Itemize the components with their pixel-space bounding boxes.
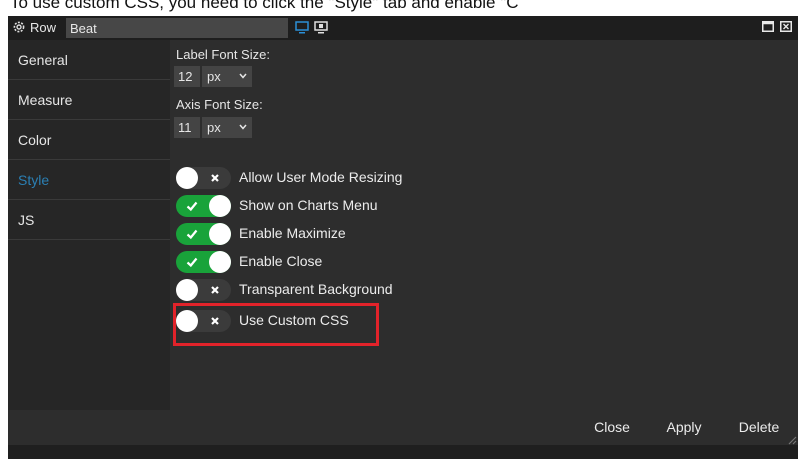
allow-resizing-label: Allow User Mode Resizing — [239, 169, 403, 185]
gear-icon — [13, 21, 25, 33]
toggle-knob — [176, 167, 198, 189]
chevron-down-icon — [239, 73, 247, 79]
transparent-background-toggle[interactable] — [176, 279, 231, 301]
axis-font-size-label: Axis Font Size: — [176, 97, 263, 112]
x-icon — [211, 286, 219, 294]
enable-close-toggle[interactable] — [176, 251, 231, 273]
enable-close-label: Enable Close — [239, 253, 323, 269]
label-font-size-unit-value: px — [207, 69, 221, 84]
sidebar-item-general[interactable]: General — [8, 40, 170, 80]
chevron-down-icon — [239, 124, 247, 130]
sidebar-item-measure[interactable]: Measure — [8, 80, 170, 120]
toggle-knob — [209, 251, 231, 273]
toggle-knob — [176, 279, 198, 301]
enable-maximize-label: Enable Maximize — [239, 225, 346, 241]
chart-settings-dialog: Row General Measure Color Style JS Label… — [8, 16, 798, 459]
dialog-bottom-bar — [8, 445, 798, 459]
sidebar-item-js[interactable]: JS — [8, 200, 170, 240]
maximize-icon[interactable] — [762, 21, 774, 32]
axis-font-size-input[interactable]: 11 — [174, 117, 200, 138]
show-on-charts-menu-label: Show on Charts Menu — [239, 197, 378, 213]
allow-resizing-toggle[interactable] — [176, 167, 231, 189]
enable-maximize-toggle[interactable] — [176, 223, 231, 245]
instruction-caption: To use custom CSS, you need to click the… — [10, 0, 519, 12]
label-font-size-input[interactable]: 12 — [174, 66, 200, 87]
check-icon — [186, 201, 198, 212]
label-font-size-unit-select[interactable]: px — [202, 66, 252, 87]
apply-button[interactable]: Apply — [656, 414, 712, 440]
axis-font-size-unit-select[interactable]: px — [202, 117, 252, 138]
screen-2-icon[interactable] — [314, 21, 328, 34]
dialog-footer: Close Apply Delete — [8, 410, 798, 445]
toggle-knob — [209, 223, 231, 245]
object-name-input[interactable] — [66, 18, 288, 38]
check-icon — [186, 229, 198, 240]
object-type-label: Row — [30, 20, 57, 35]
sidebar-item-color[interactable]: Color — [8, 120, 170, 160]
desktop-view-icon[interactable] — [295, 21, 309, 34]
delete-button[interactable]: Delete — [726, 414, 792, 440]
check-icon — [186, 257, 198, 268]
close-button[interactable]: Close — [584, 414, 640, 440]
use-custom-css-highlight-box — [173, 303, 379, 346]
x-icon — [211, 174, 219, 182]
label-font-size-label: Label Font Size: — [176, 47, 270, 62]
toggle-knob — [209, 195, 231, 217]
transparent-background-label: Transparent Background — [239, 281, 393, 297]
sidebar-item-style[interactable]: Style — [8, 160, 170, 200]
dialog-titlebar: Row — [8, 16, 798, 40]
close-icon[interactable] — [780, 21, 792, 32]
axis-font-size-unit-value: px — [207, 120, 221, 135]
settings-sidebar: General Measure Color Style JS — [8, 40, 170, 410]
show-on-charts-menu-toggle[interactable] — [176, 195, 231, 217]
resize-handle-icon[interactable] — [787, 435, 797, 445]
